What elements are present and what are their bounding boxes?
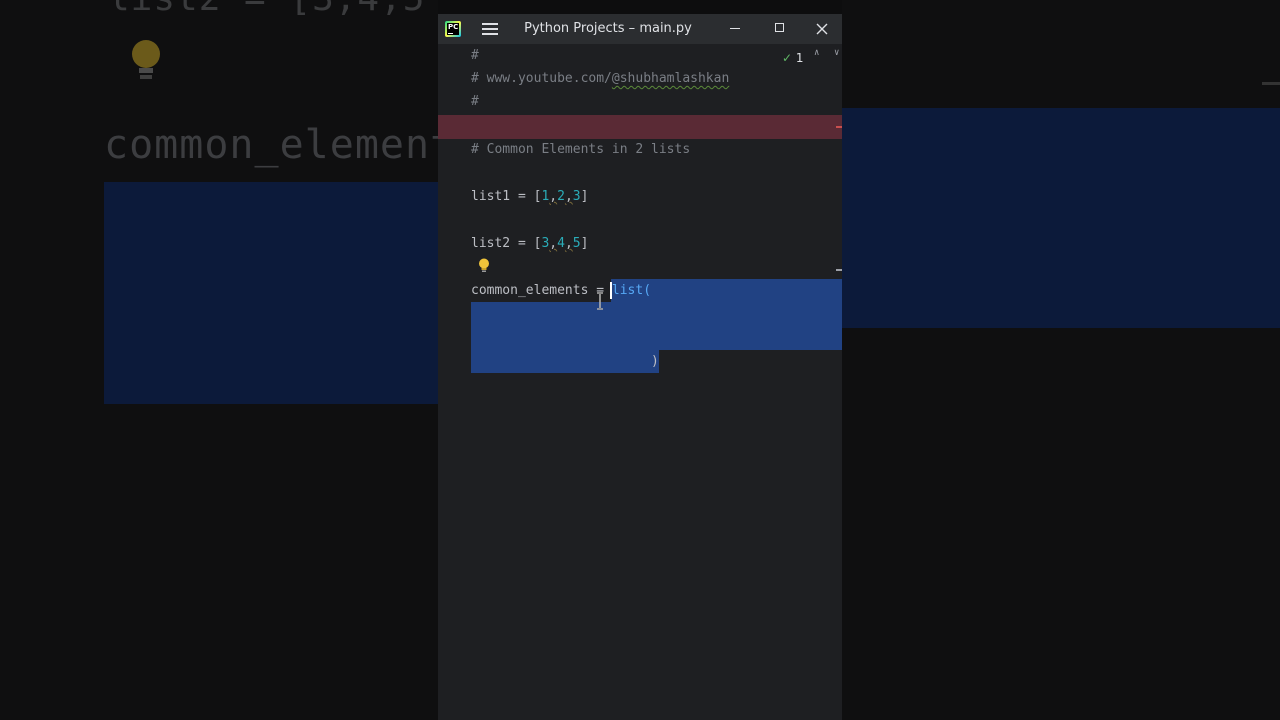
list2-assign: list2 = [: [471, 236, 542, 251]
backdrop-right-panel: [842, 0, 1280, 720]
minimize-button[interactable]: [714, 14, 758, 44]
code-line-1: #: [471, 48, 479, 63]
lightbulb-icon[interactable]: [478, 258, 490, 274]
maximize-icon: [775, 23, 784, 32]
ide-window: PC Python Projects – main.py ✓ 1 ∧ ∨ # #…: [438, 14, 842, 720]
inspection-widget[interactable]: ✓ 1: [782, 50, 804, 66]
minimize-icon: [730, 28, 740, 29]
backdrop-left-panel: list2 = [3,4,5 common_element: [0, 0, 438, 720]
code-editor[interactable]: ✓ 1 ∧ ∨ # # www.youtube.com/@shubhamlash…: [438, 44, 842, 720]
backdrop-selection-right: [842, 108, 1280, 328]
backdrop-selection: [104, 182, 438, 404]
comment-url: # www.youtube.com/: [471, 71, 612, 86]
error-stripe-marker[interactable]: [836, 126, 842, 128]
check-icon: ✓: [782, 51, 793, 65]
list1-item-2: 2: [557, 189, 565, 204]
code-line-common: common_elements = list(: [471, 282, 651, 300]
comment-handle: @shubhamlashkan: [611, 71, 730, 86]
code-line-3: #: [471, 94, 479, 109]
text-caret: [610, 282, 612, 299]
ibeam-cursor-icon: [597, 292, 603, 310]
error-line-highlight: [438, 115, 842, 139]
list2-item-3: 5: [572, 236, 581, 251]
list1-assign: list1 = [: [471, 189, 542, 204]
code-line-4: # Common Elements in 2 lists: [471, 142, 691, 157]
backdrop-code-list2: list2 = [3,4,5: [108, 0, 425, 19]
close-icon: [816, 23, 828, 35]
common-assign: common_elements =: [471, 283, 612, 298]
code-line-2: # www.youtube.com/@shubhamlashkan: [471, 70, 729, 88]
backdrop-code-common: common_element: [104, 122, 438, 168]
list1-item-3: 3: [572, 189, 581, 204]
closing-paren: ): [651, 354, 659, 369]
close-button[interactable]: [802, 14, 842, 44]
selection-block-3: [471, 302, 659, 373]
backdrop-marker: [1262, 82, 1280, 85]
code-line-list2: list2 = [3,4,5]: [471, 236, 589, 251]
list-call: list(: [611, 283, 652, 298]
scrollbar-marker[interactable]: [836, 269, 842, 271]
chevron-down-icon[interactable]: ∨: [834, 48, 839, 58]
backdrop-lightbulb-icon: [132, 40, 160, 79]
maximize-button[interactable]: [758, 14, 802, 44]
title-bar: PC Python Projects – main.py: [438, 14, 842, 44]
list2-item-2: 4: [557, 236, 565, 251]
inspection-count: 1: [795, 51, 804, 65]
code-line-list1: list1 = [1,2,3]: [471, 189, 589, 204]
chevron-up-icon[interactable]: ∧: [814, 48, 819, 58]
